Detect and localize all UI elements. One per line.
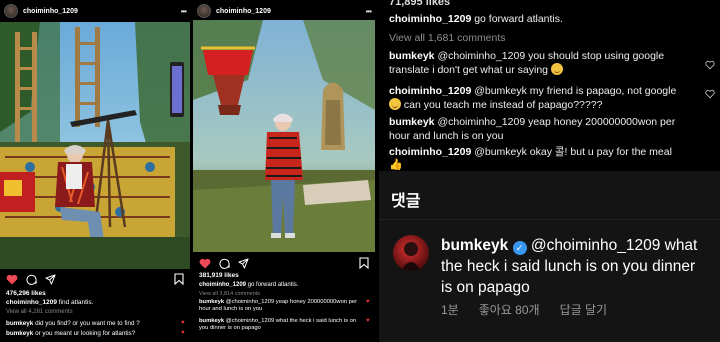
post-photo [193,20,375,252]
caption-user[interactable]: choiminho_1209 [389,13,471,25]
view-all-comments[interactable]: View all 3,814 comments [199,291,260,297]
post-username[interactable]: choiminho_1209 [216,8,366,15]
comment-like-icon[interactable]: ♥ [181,320,186,326]
heart-filled-icon[interactable] [199,258,211,269]
avatar[interactable] [4,4,18,18]
post-panel-1: choiminho_1209 ••• 476,296 likes choimin… [0,0,190,342]
comment-user[interactable]: bumkeyk [6,330,33,337]
action-bar [6,272,184,286]
comment-user[interactable]: bumkeyk [441,237,508,254]
comment: bumkeyk did you find? or you want me to … [6,320,178,328]
comment-user[interactable]: choiminho_1209 [389,146,471,158]
comment: bumkeyk or you meant ur looking for atla… [6,330,178,338]
caption-text: go forward atlantis. [247,282,299,288]
comment-text: did you find? or you want me to find ? [35,320,140,327]
divider [379,219,720,220]
comment-like-icon[interactable] [705,60,715,70]
comment-likes[interactable]: 좋아요 80개 [479,301,540,318]
caption: choiminho_1209 find atlantis. [6,299,186,307]
comment: bumkeyk @choiminho_1209 yeap honey 20000… [389,115,698,143]
comment: bumkeyk ✓ @choiminho_1209 what the heck … [441,235,710,298]
caption-user[interactable]: choiminho_1209 [6,299,57,306]
comment-user[interactable]: choiminho_1209 [389,85,471,97]
caption-text: go forward atlantis. [474,13,563,25]
comment: bumkeyk @choiminho_1209 you should stop … [389,49,698,77]
caption: choiminho_1209 go forward atlantis. [389,12,698,26]
comment-user[interactable]: bumkeyk [389,116,435,128]
likes-count[interactable]: 381,919 likes [199,272,239,279]
comments-title: 댓글 [391,193,421,210]
likes-count[interactable]: 71,895 likes [389,0,450,8]
more-options-icon[interactable]: ••• [181,7,187,16]
comment-user[interactable]: bumkeyk [199,299,224,305]
comment-user[interactable]: bumkeyk [199,318,224,324]
bookmark-icon[interactable] [359,257,369,269]
heart-filled-icon[interactable] [6,274,18,285]
comment-user[interactable]: bumkeyk [6,320,33,327]
reply-button[interactable]: 답글 달기 [560,301,608,318]
comment-like-icon[interactable]: ♥ [181,330,186,336]
thumbs-up-emoji-icon: 👍 [389,159,403,170]
share-icon[interactable] [238,257,249,269]
comment-meta: 1분 좋아요 80개 답글 달기 [441,301,607,318]
comment-like-icon[interactable]: ♥ [366,318,371,324]
post-header: choiminho_1209 ••• [4,2,187,20]
comment-like-icon[interactable]: ♥ [366,299,371,305]
action-bar [199,256,369,270]
likes-count[interactable]: 476,296 likes [6,290,46,297]
post-header: choiminho_1209 ••• [197,2,372,20]
verified-badge-icon: ✓ [512,241,527,255]
caption-user[interactable]: choiminho_1209 [199,282,246,288]
caption-text: find atlantis. [58,299,94,306]
avatar[interactable] [393,235,429,271]
comment-text: or you meant ur looking for atlantis? [35,330,136,337]
korean-comment-panel: 댓글 bumkeyk ✓ @choiminho_1209 what the he… [379,171,720,342]
comment-text: can you teach me instead of papago????? [403,99,603,111]
smile-emoji-icon [389,98,401,110]
smile-emoji-icon [550,63,563,75]
caption: choiminho_1209 go forward atlantis. [199,281,371,289]
post-photo [0,22,190,269]
comment-text: @bumkeyk okay 콜! but u pay for the meal [474,146,672,158]
post-panel-2: choiminho_1209 ••• 381,919 likes choimin… [193,0,375,342]
comment: choiminho_1209 @bumkeyk my friend is pap… [389,84,698,98]
comment: bumkeyk @choiminho_1209 what the heck i … [199,318,363,332]
more-options-icon[interactable]: ••• [366,7,372,16]
comment-icon[interactable] [219,258,230,269]
comment-time: 1분 [441,303,459,317]
comment: choiminho_1209 @bumkeyk okay 콜! but u pa… [389,145,698,159]
comment-like-icon[interactable] [705,89,715,99]
post-username[interactable]: choiminho_1209 [23,8,181,15]
comments-zoom-panel: 71,895 likes choiminho_1209 go forward a… [379,0,720,170]
view-all-comments[interactable]: View all 1,681 comments [389,31,698,45]
comment: bumkeyk @choiminho_1209 yeap honey 20000… [199,299,363,313]
avatar[interactable] [197,4,211,18]
comment-text: @bumkeyk my friend is papago, not google [474,85,677,97]
share-icon[interactable] [45,273,56,285]
comment-user[interactable]: bumkeyk [389,50,435,62]
view-all-comments[interactable]: View all 4,281 comments [6,309,73,315]
comment-icon[interactable] [26,274,37,285]
bookmark-icon[interactable] [174,273,184,285]
comment-continuation: can you teach me instead of papago????? [389,98,698,112]
